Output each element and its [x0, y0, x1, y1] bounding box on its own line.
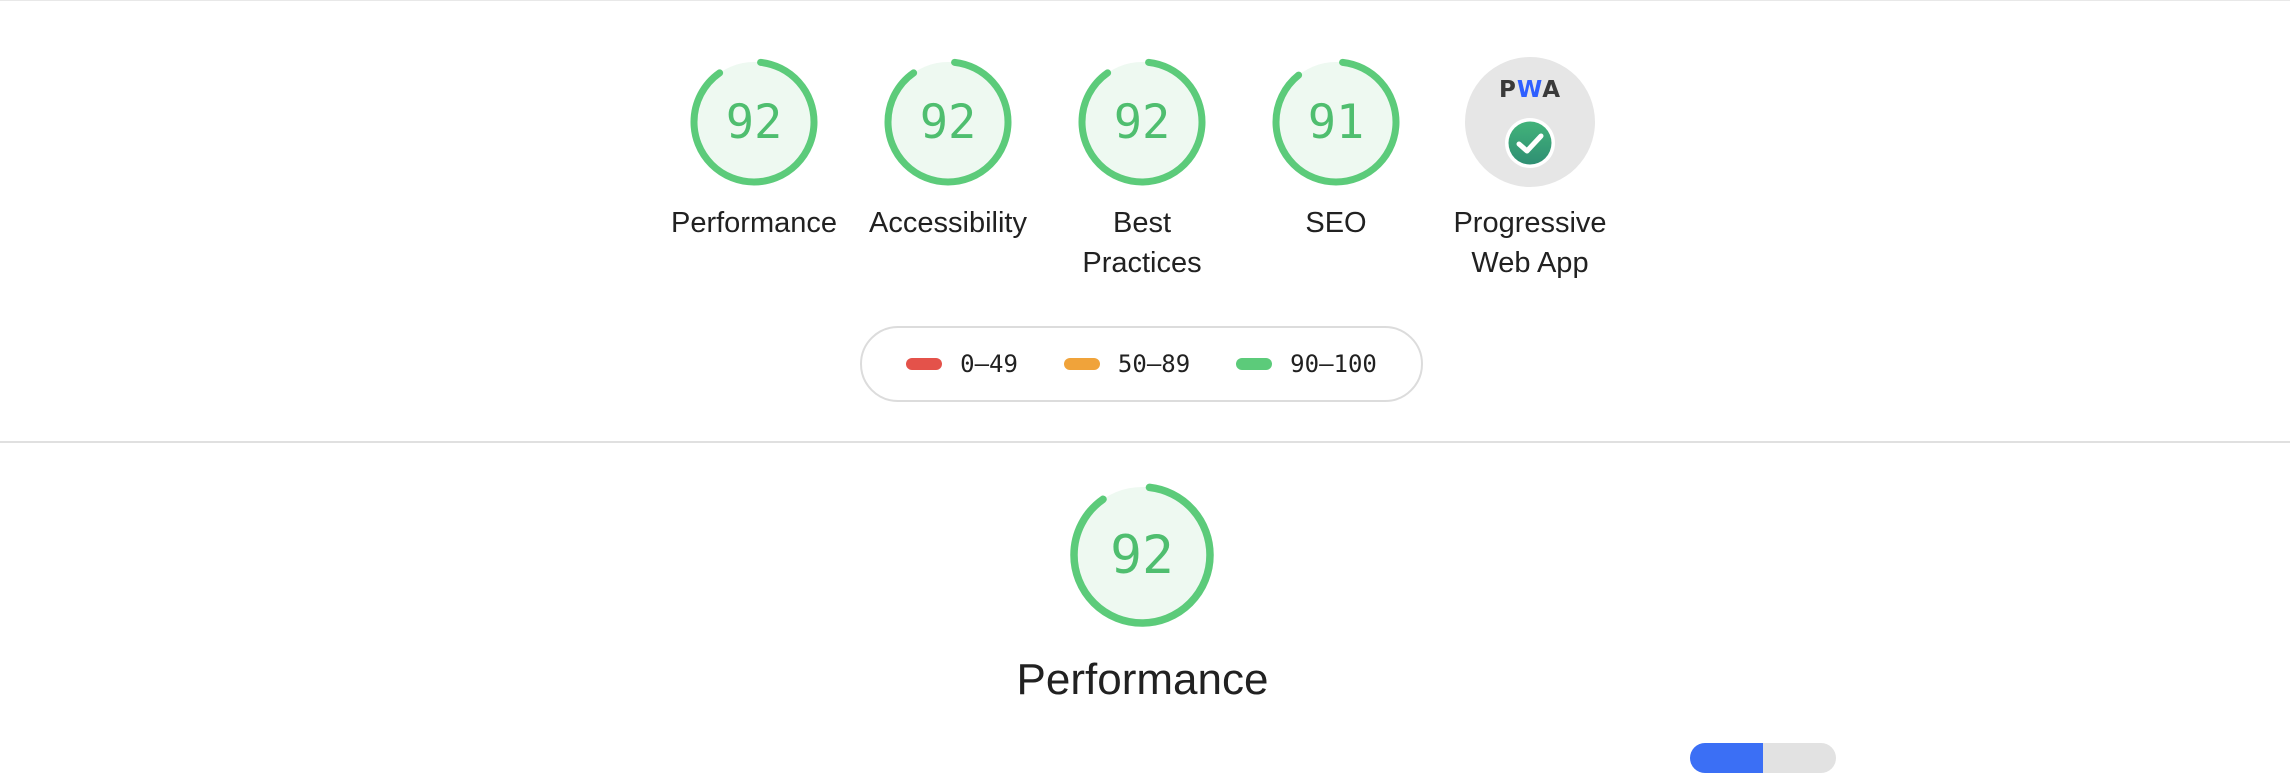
gauge-pwa[interactable]: PWA Progressive Web App	[1435, 57, 1625, 283]
category-title: Performance	[1016, 655, 1269, 704]
category-score: 92	[1110, 524, 1174, 586]
toggle-segment-inactive[interactable]	[1763, 743, 1836, 773]
toggle-segment-active[interactable]	[1690, 743, 1763, 773]
legend-swatch	[1063, 358, 1100, 370]
category-gauge-performance[interactable]: 92	[1069, 482, 1215, 628]
gauge-performance[interactable]: 92 Performance	[659, 57, 849, 243]
legend-range: 90–100	[1290, 350, 1377, 378]
legend-item-fail: 0–49	[906, 350, 1018, 378]
gauge-label: Progressive Web App	[1453, 207, 1607, 279]
pwa-badge: PWA	[1465, 57, 1595, 187]
top-divider	[0, 0, 2290, 1]
gauge-seo[interactable]: 91 SEO	[1241, 57, 1431, 243]
pwa-logo-text: PWA	[1498, 77, 1561, 103]
legend-item-average: 50–89	[1063, 350, 1191, 378]
gauge-label: Accessibility	[869, 207, 1027, 239]
gauge-label: SEO	[1305, 207, 1367, 239]
metrics-view-toggle[interactable]	[1690, 743, 1836, 773]
gauge-score: 92	[919, 94, 977, 150]
legend-range: 50–89	[1117, 350, 1191, 378]
gauge-best-practices[interactable]: 92 Best Practices	[1047, 57, 1237, 283]
legend-swatch	[1236, 358, 1273, 370]
check-badge-icon	[1505, 118, 1555, 168]
gauge-score: 91	[1307, 94, 1365, 150]
legend-item-pass: 90–100	[1236, 350, 1377, 378]
gauge-accessibility[interactable]: 92 Accessibility	[853, 57, 1043, 243]
gauge-score: 92	[725, 94, 783, 150]
legend-range: 0–49	[960, 350, 1018, 378]
gauge-score: 92	[1113, 94, 1171, 150]
legend-swatch	[906, 358, 943, 370]
gauge-label: Best Practices	[1082, 207, 1202, 279]
score-legend: 0–49 50–89 90–100	[860, 326, 1423, 402]
gauge-label: Performance	[670, 207, 837, 239]
section-divider	[0, 441, 2290, 443]
